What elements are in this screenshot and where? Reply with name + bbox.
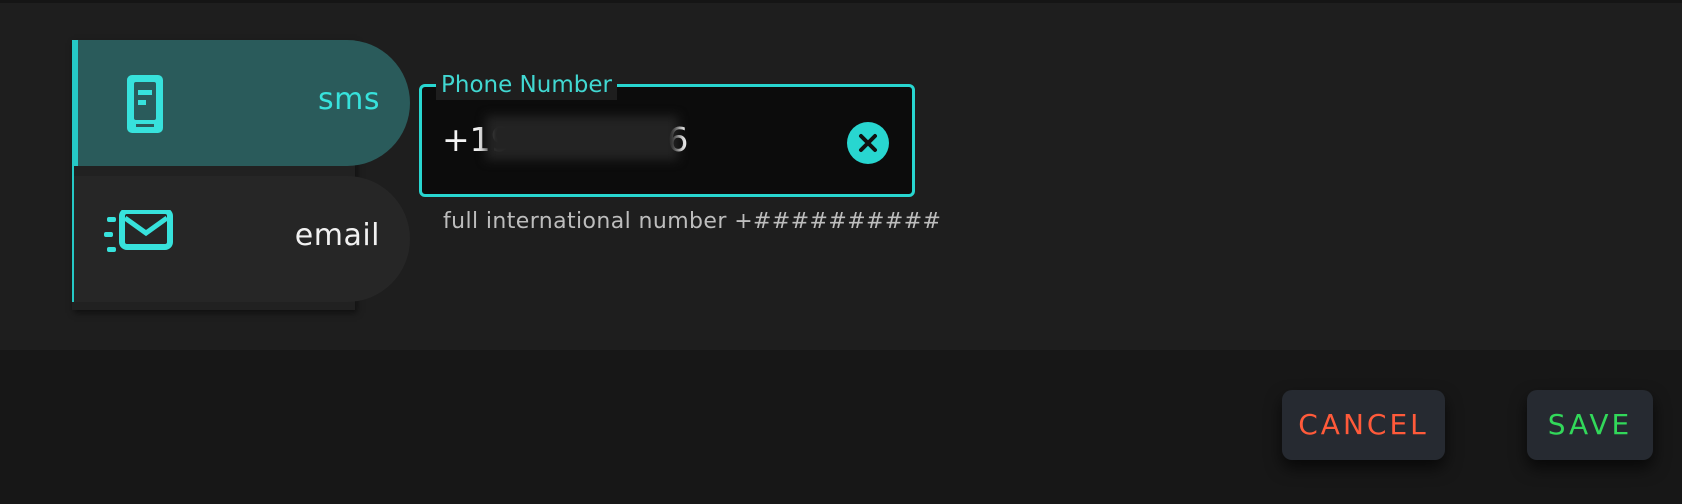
clear-phone-button[interactable] <box>847 122 889 164</box>
sms-phone-icon <box>126 74 196 134</box>
sms-method-label: sms <box>318 82 380 117</box>
contact-method-card: sms email <box>72 40 410 310</box>
email-method-label: email <box>294 218 380 253</box>
phone-number-label: Phone Number <box>436 70 617 100</box>
sms-method-option[interactable]: sms <box>74 40 410 166</box>
email-method-option[interactable]: email <box>74 176 410 302</box>
cancel-button[interactable]: CANCEL <box>1282 390 1445 460</box>
redacted-phone-digits <box>486 116 678 160</box>
save-button[interactable]: SAVE <box>1527 390 1653 460</box>
email-envelope-icon <box>104 208 174 270</box>
clear-x-icon <box>859 134 877 152</box>
phone-helper-text: full international number +########## <box>443 209 942 234</box>
